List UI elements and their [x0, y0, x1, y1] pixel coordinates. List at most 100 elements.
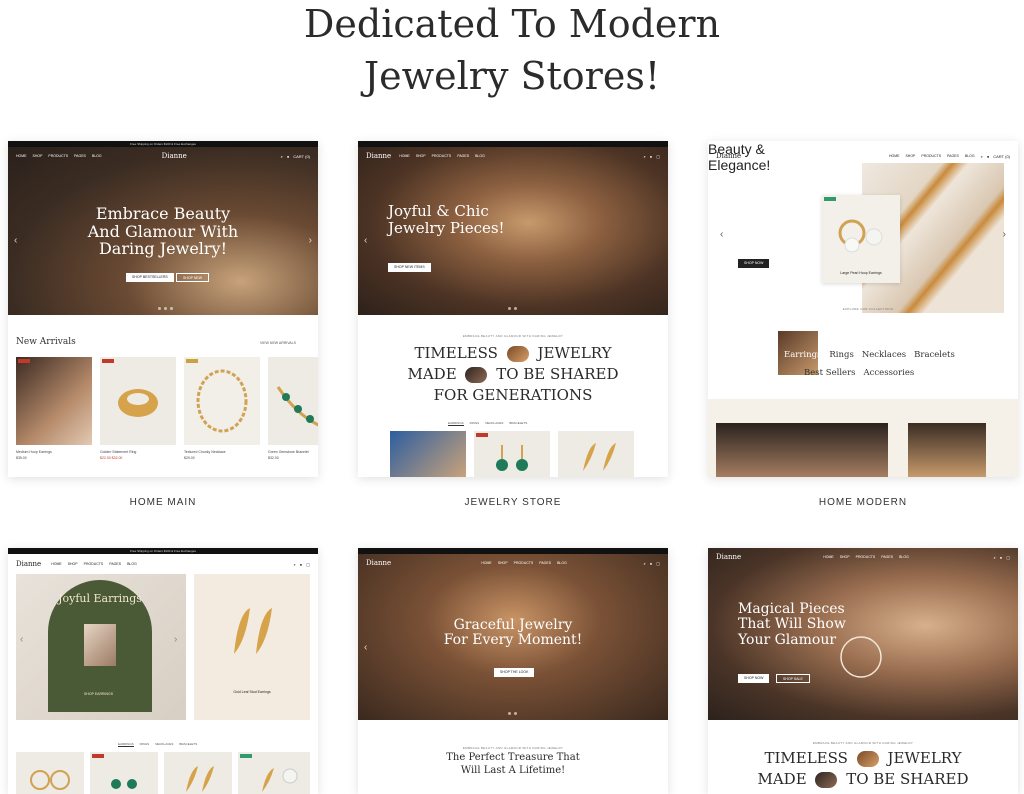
shop-bestsellers-button[interactable]: SHOP BESTSELLERS [126, 273, 174, 282]
nav-products[interactable]: PRODUCTS [84, 562, 104, 566]
nav-home[interactable]: HOME [481, 561, 492, 565]
demo-label-home-modern[interactable]: HOME MODERN [708, 497, 1018, 508]
category-tabs[interactable]: EARRINGS RINGS NECKLACES BRACELETS [118, 742, 197, 747]
nav-blog[interactable]: BLOG [475, 154, 485, 158]
nav-home[interactable]: HOME [399, 154, 410, 158]
product-name[interactable]: Medium Hoop Earrings [16, 450, 52, 454]
search-icon[interactable]: ⌕ [981, 154, 983, 159]
demo-card-jewelry-store[interactable]: Dianne HOME SHOP PRODUCTS PAGES BLOG ⌕ ●… [358, 141, 668, 477]
demo-card-home-modern[interactable]: Dianne HOME SHOP PRODUCTS PAGES BLOG ⌕ ●… [708, 141, 1018, 477]
shop-now-button[interactable]: SHOP NOW [738, 674, 770, 683]
cart-icon[interactable]: ▢ [656, 154, 660, 159]
search-icon[interactable]: ⌕ [644, 154, 646, 159]
shop-new-items-button[interactable]: SHOP NEW ITEMS [388, 263, 431, 272]
slider-dots[interactable] [508, 712, 517, 715]
nav-products[interactable]: PRODUCTS [514, 561, 534, 565]
tab-bracelets[interactable]: BRACELETS [179, 742, 197, 747]
collection-rings[interactable]: Rings [829, 346, 853, 364]
nav-home[interactable]: HOME [51, 562, 62, 566]
cart-link[interactable]: CART (0) [293, 154, 310, 159]
store-logo[interactable]: Dianne [716, 553, 741, 561]
nav-shop[interactable]: SHOP [840, 555, 850, 559]
demo-label-home-main[interactable]: HOME MAIN [8, 497, 318, 508]
user-icon[interactable]: ● [650, 561, 652, 566]
tab-earrings[interactable]: EARRINGS [118, 742, 134, 747]
nav-pages[interactable]: PAGES [457, 154, 469, 158]
nav-pages[interactable]: PAGES [74, 154, 86, 158]
prev-arrow-icon[interactable]: ‹ [364, 642, 367, 653]
nav-products[interactable]: PRODUCTS [856, 555, 876, 559]
user-icon[interactable]: ● [650, 154, 652, 159]
nav-shop[interactable]: SHOP [498, 561, 508, 565]
tab-necklaces[interactable]: NECKLACES [155, 742, 173, 747]
demo-card-magical[interactable]: Dianne HOME SHOP PRODUCTS PAGES BLOG ⌕ ●… [708, 548, 1018, 794]
store-logo[interactable]: Dianne [716, 152, 741, 160]
store-logo[interactable]: Dianne [366, 152, 391, 160]
nav-blog[interactable]: BLOG [965, 154, 975, 158]
cart-icon[interactable]: ▢ [656, 561, 660, 566]
nav-home[interactable]: HOME [889, 154, 900, 158]
next-arrow-icon[interactable]: › [1003, 229, 1006, 240]
store-logo[interactable]: Dianne [16, 560, 41, 568]
nav-home[interactable]: HOME [823, 555, 834, 559]
product-card[interactable] [184, 357, 260, 445]
product-card[interactable] [558, 431, 634, 477]
product-card[interactable] [90, 752, 158, 794]
search-icon[interactable]: ⌕ [644, 561, 646, 566]
product-card[interactable] [474, 431, 550, 477]
user-icon[interactable]: ● [287, 154, 289, 159]
product-card[interactable] [164, 752, 232, 794]
search-icon[interactable]: ⌕ [994, 555, 996, 560]
featured-product-card[interactable]: Large Pearl Hoop Earrings [822, 195, 900, 283]
product-card[interactable] [16, 357, 92, 445]
slider-dots[interactable] [508, 307, 517, 310]
store-logo[interactable]: Dianne [366, 559, 391, 567]
search-icon[interactable]: ⌕ [294, 562, 296, 567]
nav-blog[interactable]: BLOG [899, 555, 909, 559]
shop-earrings-button[interactable]: SHOP EARRINGS [78, 690, 119, 699]
nav-products[interactable]: PRODUCTS [48, 154, 68, 158]
nav-pages[interactable]: PAGES [947, 154, 959, 158]
next-arrow-icon[interactable]: › [309, 235, 312, 246]
demo-label-jewelry-store[interactable]: JEWELRY STORE [358, 497, 668, 508]
product-card[interactable] [268, 357, 318, 445]
collection-necklaces[interactable]: Necklaces [862, 346, 906, 364]
user-icon[interactable]: ● [1000, 555, 1002, 560]
nav-shop[interactable]: SHOP [416, 154, 426, 158]
nav-pages[interactable]: PAGES [539, 561, 551, 565]
nav-blog[interactable]: BLOG [92, 154, 102, 158]
shop-now-button[interactable]: SHOP NOW [738, 259, 770, 268]
user-icon[interactable]: ● [987, 154, 989, 159]
nav-shop[interactable]: SHOP [905, 154, 915, 158]
collection-earrings[interactable]: Earrings [784, 346, 821, 364]
shop-new-button[interactable]: SHOP NEW [176, 273, 209, 282]
demo-card-earrings[interactable]: Free Shipping on Orders $100 & Free Exch… [8, 548, 318, 794]
nav-blog[interactable]: BLOG [557, 561, 567, 565]
collection-bracelets[interactable]: Bracelets [914, 346, 955, 364]
tab-rings[interactable]: RINGS [470, 421, 480, 426]
nav-home[interactable]: HOME [16, 154, 27, 158]
nav-shop[interactable]: SHOP [33, 154, 43, 158]
demo-card-graceful[interactable]: Dianne HOME SHOP PRODUCTS PAGES BLOG ⌕ ●… [358, 548, 668, 794]
tab-earrings[interactable]: EARRINGS [448, 421, 464, 426]
tab-necklaces[interactable]: NECKLACES [485, 421, 503, 426]
prev-arrow-icon[interactable]: ‹ [14, 235, 17, 246]
search-icon[interactable]: ⌕ [281, 154, 283, 159]
tab-rings[interactable]: RINGS [140, 742, 150, 747]
cart-icon[interactable]: ▢ [1006, 555, 1010, 560]
nav-shop[interactable]: SHOP [68, 562, 78, 566]
shop-the-look-button[interactable]: SHOP THE LOOK [494, 668, 535, 677]
product-card[interactable] [238, 752, 310, 794]
nav-pages[interactable]: PAGES [881, 555, 893, 559]
shop-sale-button[interactable]: SHOP SALE [776, 674, 810, 683]
nav-products[interactable]: PRODUCTS [921, 154, 941, 158]
nav-pages[interactable]: PAGES [109, 562, 121, 566]
nav-products[interactable]: PRODUCTS [432, 154, 452, 158]
tab-bracelets[interactable]: BRACELETS [509, 421, 527, 426]
prev-arrow-icon[interactable]: ‹ [720, 229, 723, 240]
collection-accessories[interactable]: Accessories [864, 364, 915, 382]
next-arrow-icon[interactable]: › [174, 634, 177, 645]
collection-best-sellers[interactable]: Best Sellers [804, 364, 856, 382]
product-card[interactable] [16, 752, 84, 794]
product-card[interactable] [100, 357, 176, 445]
